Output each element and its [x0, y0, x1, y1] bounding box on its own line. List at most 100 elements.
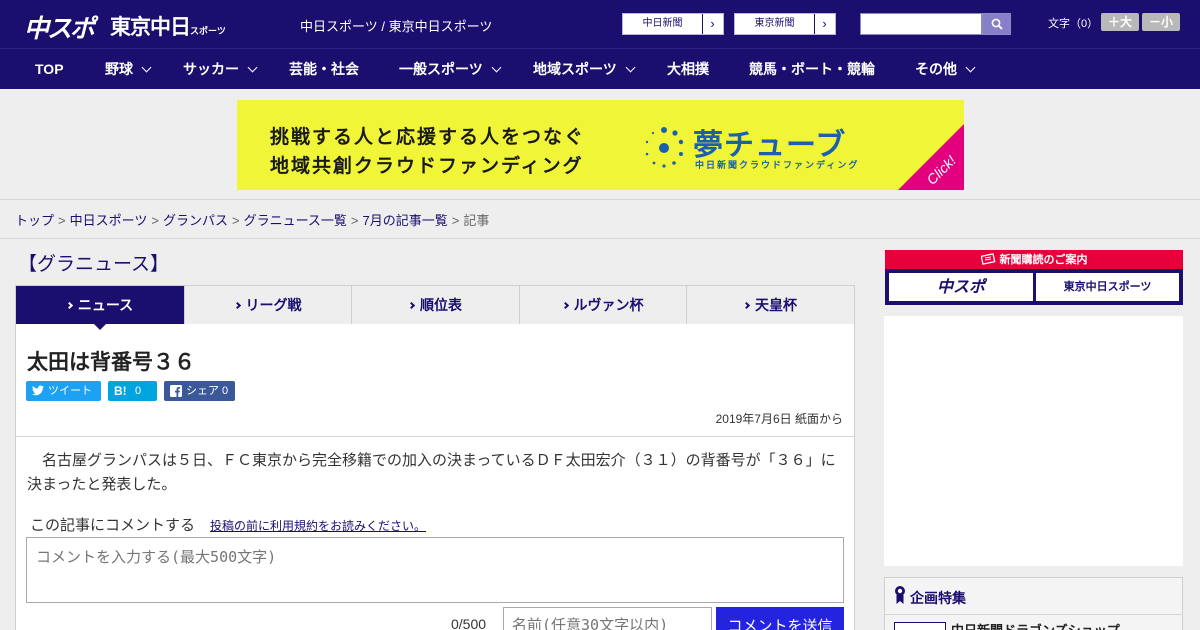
breadcrumb-grampus[interactable]: グランパス	[163, 213, 228, 228]
tab-label: リーグ戦	[245, 297, 302, 313]
active-tab-pointer	[93, 323, 107, 330]
chevron-down-icon	[965, 62, 976, 73]
breadcrumb-chunichi-sports[interactable]: 中日スポーツ	[70, 213, 148, 228]
facebook-share-label: シェア 0	[186, 385, 229, 397]
special-features-title: 企画特集	[910, 591, 966, 607]
tab-levain-cup[interactable]: ルヴァン杯	[520, 286, 687, 324]
tweet-button[interactable]: ツイート	[26, 381, 101, 401]
hatena-count: 0	[135, 385, 142, 397]
chevron-down-icon	[491, 62, 502, 73]
search-button[interactable]	[982, 13, 1011, 35]
nav-item-label: サッカー	[183, 61, 239, 77]
article: 太田は背番号３６ ツイート B! 0 シェア 0 2019年7月6日 紙面から …	[15, 324, 855, 630]
tokyo-shimbun-button[interactable]: 東京新聞 ›	[734, 13, 836, 35]
search-icon	[991, 18, 1003, 30]
subscription-heading: 新聞購読のご案内	[885, 250, 1183, 269]
yume-tube-banner[interactable]: 挑戦する人と応援する人をつなぐ 地域共創クラウドファンディング 夢チューブ 中日…	[237, 100, 964, 190]
chevron-right-icon	[65, 301, 73, 310]
special-features: 企画特集 中日新聞ドラゴンズショップ	[884, 577, 1183, 630]
nav-item-label: 大相撲	[667, 61, 709, 77]
twitter-bird-icon	[32, 385, 44, 396]
breadcrumb: トップ > 中日スポーツ > グランパス > グラニュース一覧 >7月の記事一覧 > 記事	[15, 210, 489, 229]
tokyo-chunichi-subscribe-button[interactable]: 東京中日スポーツ	[1036, 273, 1179, 301]
breadcrumb-separator: >	[151, 213, 159, 228]
subscription-card: 新聞購読のご案内 中スポ 東京中日スポーツ	[885, 250, 1183, 305]
subscription-heading-label: 新聞購読のご案内	[999, 253, 1088, 266]
site-name: 中日スポーツ / 東京中日スポーツ	[300, 19, 493, 34]
chevron-down-icon	[625, 62, 636, 73]
nav-item-racing[interactable]: 競馬・ボート・競輪	[749, 49, 875, 89]
tokyo-logo-small: スポーツ	[190, 27, 226, 37]
search-input[interactable]	[860, 13, 982, 35]
tokyo-shimbun-label: 東京新聞	[735, 14, 815, 34]
chunichi-shimbun-button[interactable]: 中日新聞 ›	[622, 13, 724, 35]
tokyo-chunichi-sports-logo[interactable]: 東京中日スポーツ	[110, 11, 226, 41]
main-nav: TOP 野球 サッカー 芸能・社会 一般スポーツ 地域スポーツ 大相撲 競馬・ボ…	[0, 48, 1200, 89]
news-tabs: ニュース リーグ戦 順位表 ルヴァン杯 天皇杯	[15, 285, 855, 325]
dot-ring-icon	[645, 127, 684, 168]
font-smaller-button[interactable]: －小	[1142, 13, 1180, 31]
tab-emperors-cup[interactable]: 天皇杯	[687, 286, 854, 324]
nav-item-sumo[interactable]: 大相撲	[667, 49, 709, 89]
newspaper-icon	[980, 253, 995, 265]
nav-item-label: 芸能・社会	[289, 61, 359, 77]
nav-item-entertainment[interactable]: 芸能・社会	[289, 49, 359, 89]
breadcrumb-separator: >	[350, 213, 359, 228]
submit-comment-button[interactable]: コメントを送信	[716, 607, 844, 630]
breadcrumb-separator: >	[451, 213, 460, 228]
nav-item-label: その他	[915, 61, 957, 77]
chevron-right-icon: ›	[710, 16, 715, 31]
breadcrumb-separator: >	[231, 213, 240, 228]
breadcrumb-july-list[interactable]: 7月の記事一覧	[363, 213, 448, 228]
category-title: 【グラニュース】	[18, 253, 170, 275]
comment-textarea[interactable]	[26, 537, 844, 603]
nav-item-local-sports[interactable]: 地域スポーツ	[533, 49, 636, 89]
banner-line-1: 挑戦する人と応援する人をつなぐ	[270, 126, 586, 148]
dragons-shop-thumbnail[interactable]	[894, 622, 946, 630]
tab-standings[interactable]: 順位表	[352, 286, 520, 324]
nav-item-top[interactable]: TOP	[35, 49, 64, 89]
chuspo-logo[interactable]: 中スポ	[24, 9, 95, 45]
chunichi-shimbun-label: 中日新聞	[623, 14, 703, 34]
chevron-down-icon	[141, 62, 152, 73]
chevron-down-icon	[247, 62, 258, 73]
font-larger-button[interactable]: ＋大	[1101, 13, 1139, 31]
nav-item-other[interactable]: その他	[915, 49, 976, 89]
tab-league[interactable]: リーグ戦	[185, 286, 352, 324]
dragons-shop-link[interactable]: 中日新聞ドラゴンズショップ	[951, 620, 1120, 630]
top-header: 中スポ 東京中日スポーツ 中日スポーツ / 東京中日スポーツ 中日新聞 › 東京…	[0, 0, 1200, 48]
sidebar-ad	[884, 316, 1183, 566]
nav-item-label: 競馬・ボート・競輪	[749, 61, 875, 77]
nav-item-baseball[interactable]: 野球	[105, 49, 152, 89]
nav-item-label: 一般スポーツ	[399, 61, 483, 77]
hatena-bookmark-button[interactable]: B! 0	[108, 381, 157, 401]
banner-brand-sub: 中日新聞クラウドファンディング	[695, 161, 860, 171]
chevron-right-icon	[561, 301, 569, 310]
breadcrumb-current: 記事	[463, 213, 490, 228]
banner-line-2: 地域共創クラウドファンディング	[270, 155, 584, 177]
breadcrumb-top[interactable]: トップ	[15, 213, 54, 228]
facebook-share-button[interactable]: シェア 0	[164, 381, 235, 401]
chuspo-subscribe-button[interactable]: 中スポ	[889, 273, 1033, 301]
terms-link[interactable]: 投稿の前に利用規約をお読みください。	[210, 517, 426, 534]
breadcrumb-separator: >	[58, 213, 66, 228]
tokyo-logo-text: 東京中日	[110, 15, 191, 39]
name-input[interactable]	[503, 607, 712, 630]
tab-label: ルヴァン杯	[573, 297, 644, 313]
banner-area: 挑戦する人と応援する人をつなぐ 地域共創クラウドファンディング 夢チューブ 中日…	[0, 89, 1200, 200]
facebook-icon	[170, 385, 182, 397]
tweet-label: ツイート	[48, 385, 92, 397]
nav-item-label: 野球	[105, 61, 133, 77]
article-body: 名古屋グランパスは５日、ＦＣ東京から完全移籍での加入の決まっているＤＦ太田宏介（…	[27, 451, 836, 493]
breadcrumb-gra-news-list[interactable]: グラニュース一覧	[244, 213, 347, 228]
nav-item-soccer[interactable]: サッカー	[183, 49, 258, 89]
tab-label: 順位表	[420, 297, 462, 313]
nav-item-general-sports[interactable]: 一般スポーツ	[399, 49, 502, 89]
nav-item-label: 地域スポーツ	[533, 61, 617, 77]
breadcrumb-divider	[0, 238, 1200, 239]
tab-label: 天皇杯	[755, 297, 797, 313]
chevron-right-icon: ›	[822, 16, 827, 31]
hatena-bookmark-icon: B!	[114, 384, 127, 398]
comment-counter: 0/500	[451, 616, 487, 630]
tab-news[interactable]: ニュース	[16, 286, 185, 324]
